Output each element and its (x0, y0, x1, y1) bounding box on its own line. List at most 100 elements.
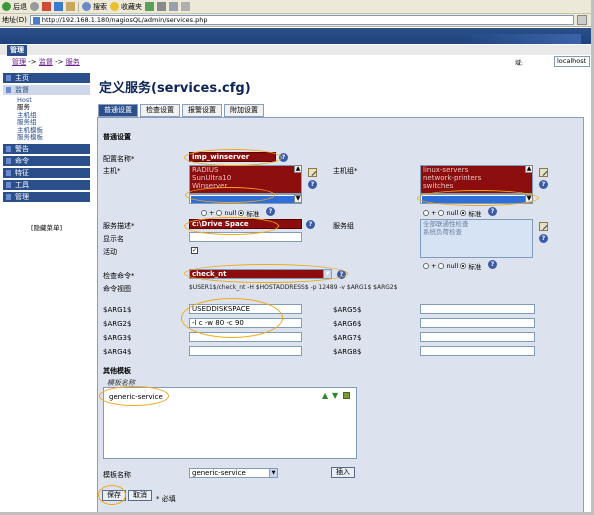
stop-icon[interactable] (42, 2, 51, 11)
home-icon[interactable] (66, 2, 75, 11)
insert-button[interactable]: 插入 (331, 467, 355, 478)
sidebar-item-supervise[interactable]: 监督 (3, 85, 90, 95)
breadcrumb-services[interactable]: 服务 (66, 58, 80, 66)
hostgroup-option[interactable]: network-printers (421, 174, 532, 182)
highlight-oval (184, 264, 348, 283)
edit-page-icon[interactable] (181, 2, 190, 11)
go-button[interactable] (577, 15, 587, 25)
tab-check[interactable]: 检查设置 (140, 104, 180, 117)
active-checkbox[interactable]: ✓ (191, 247, 198, 254)
url-text: http://192.168.1.180/nagiosQL/admin/serv… (41, 15, 208, 24)
host-label: 主机* (103, 167, 121, 175)
chevron-down-icon[interactable]: ▼ (269, 469, 277, 477)
radio-standard[interactable] (460, 210, 467, 216)
arg-label: $ARG7$ (333, 334, 362, 342)
search-button[interactable]: 搜索 (82, 2, 107, 12)
scroll-up-icon[interactable]: ▲ (525, 165, 533, 173)
top-menu: 管理 (0, 44, 591, 56)
edit-icon[interactable] (308, 168, 317, 177)
help-icon[interactable]: ? (308, 180, 317, 189)
help-icon[interactable]: ? (266, 207, 275, 216)
radio-plus[interactable] (423, 210, 429, 216)
sidebar-item-tools[interactable]: 工具 (3, 180, 90, 191)
section-templates-title: 其他模板 (103, 367, 131, 375)
check-cmd-label: 检查命令* (103, 272, 135, 280)
sidebar-item-alarm[interactable]: 警告 (3, 144, 90, 155)
browser-toolbar: 后退 搜索 收藏夹 (0, 0, 591, 14)
edit-icon[interactable] (539, 222, 548, 231)
host-option[interactable]: SunUltra10 (190, 174, 301, 182)
arg-input[interactable] (420, 318, 535, 328)
help-icon[interactable]: ? (488, 207, 497, 216)
highlight-oval (184, 217, 279, 235)
arrow-down-icon[interactable]: ▼ (332, 392, 339, 400)
help-icon[interactable]: ? (306, 220, 315, 229)
radio-plus[interactable] (423, 263, 429, 269)
sidebar-subitem-servicetemplates[interactable]: 服务模板 (17, 133, 90, 141)
forward-arrow-icon[interactable] (30, 2, 39, 11)
cancel-button[interactable]: 取消 (128, 490, 152, 501)
breadcrumb-admin[interactable]: 管理 (12, 58, 26, 66)
radio-null[interactable] (438, 210, 445, 216)
arg-input[interactable] (189, 346, 302, 356)
breadcrumb: 管理 -> 监督 -> 服务 (12, 58, 80, 66)
tab-extra[interactable]: 附加设置 (224, 104, 264, 117)
address-label: 地址(D) (2, 16, 27, 24)
arg-input[interactable] (420, 332, 535, 342)
favorites-button[interactable]: 收藏夹 (110, 2, 142, 12)
arg-label: $ARG8$ (333, 348, 362, 356)
address-bar: 地址(D) http://192.168.1.180/nagiosQL/admi… (0, 14, 591, 27)
hide-menu-link[interactable]: [隐藏菜单] (31, 222, 62, 232)
domain-label: 域: (515, 60, 524, 67)
sidebar-item-special[interactable]: 特征 (3, 168, 90, 179)
tab-admin[interactable]: 管理 (7, 45, 27, 56)
tab-alarm[interactable]: 报警设置 (182, 104, 222, 117)
host-option[interactable]: RADIUS (190, 166, 301, 174)
radio-null[interactable] (438, 263, 445, 269)
radio-plus[interactable] (201, 210, 207, 216)
radio-standard[interactable] (460, 263, 467, 269)
history-icon[interactable] (145, 2, 154, 11)
hostgroup-option[interactable]: linux-servers (421, 166, 532, 174)
help-icon[interactable]: ? (539, 180, 548, 189)
refresh-icon[interactable] (54, 2, 63, 11)
arg-input[interactable] (420, 346, 535, 356)
scroll-down-icon[interactable]: ▼ (294, 195, 302, 203)
mail-icon[interactable] (157, 2, 166, 11)
page-title: 定义服务(services.cfg) (99, 81, 251, 96)
radio-null[interactable] (216, 210, 223, 216)
help-icon[interactable]: ? (539, 234, 548, 243)
cmd-view-text: $USER1$/check_nt -H $HOSTADDRESS$ -p 124… (189, 284, 398, 291)
domain-select[interactable]: localhost (554, 56, 590, 67)
servicegroup-option[interactable]: 全部联通性检查 (421, 220, 532, 228)
radio-standard[interactable] (238, 210, 245, 216)
servicegroup-radio-group: + null 标准 (423, 261, 481, 271)
edit-icon[interactable] (539, 168, 548, 177)
servicegroup-label: 服务组 (333, 222, 354, 230)
sidebar-item-admin[interactable]: 管理 (3, 192, 90, 203)
arg-input[interactable] (420, 304, 535, 314)
scroll-up-icon[interactable]: ▲ (294, 165, 302, 173)
form-panel: 普通设置 配置名称* imp_winserver ? 主机* RADIUS Su… (97, 117, 584, 512)
back-button[interactable]: 后退 (2, 2, 27, 12)
sidebar-item-commands[interactable]: 命令 (3, 156, 90, 167)
highlight-oval (184, 149, 282, 166)
arg-label: $ARG4$ (103, 348, 132, 356)
help-icon[interactable]: ? (488, 260, 497, 269)
url-input[interactable]: http://192.168.1.180/nagiosQL/admin/serv… (29, 15, 574, 25)
print-icon[interactable] (169, 2, 178, 11)
section-general-title: 普通设置 (103, 133, 131, 141)
sidebar-item-main[interactable]: 主页 (3, 73, 90, 83)
tab-general[interactable]: 普通设置 (98, 104, 138, 117)
template-select[interactable]: generic-service ▼ (189, 468, 278, 478)
servicegroup-listbox[interactable]: 全部联通性检查 系统负荷检查 (420, 219, 533, 258)
breadcrumb-supervise[interactable]: 监督 (39, 58, 53, 66)
arg-label: $ARG6$ (333, 320, 362, 328)
active-label: 活动 (103, 248, 117, 256)
sidebar-submenu: Host 服务 主机组 服务组 主机模板 服务模板 (3, 96, 90, 141)
hostgroup-option[interactable]: switches (421, 182, 532, 190)
arrow-up-icon[interactable]: ▲ (322, 392, 329, 400)
servicegroup-option[interactable]: 系统负荷检查 (421, 228, 532, 236)
delete-icon[interactable] (343, 392, 350, 399)
arg-label: $ARG2$ (103, 320, 132, 328)
